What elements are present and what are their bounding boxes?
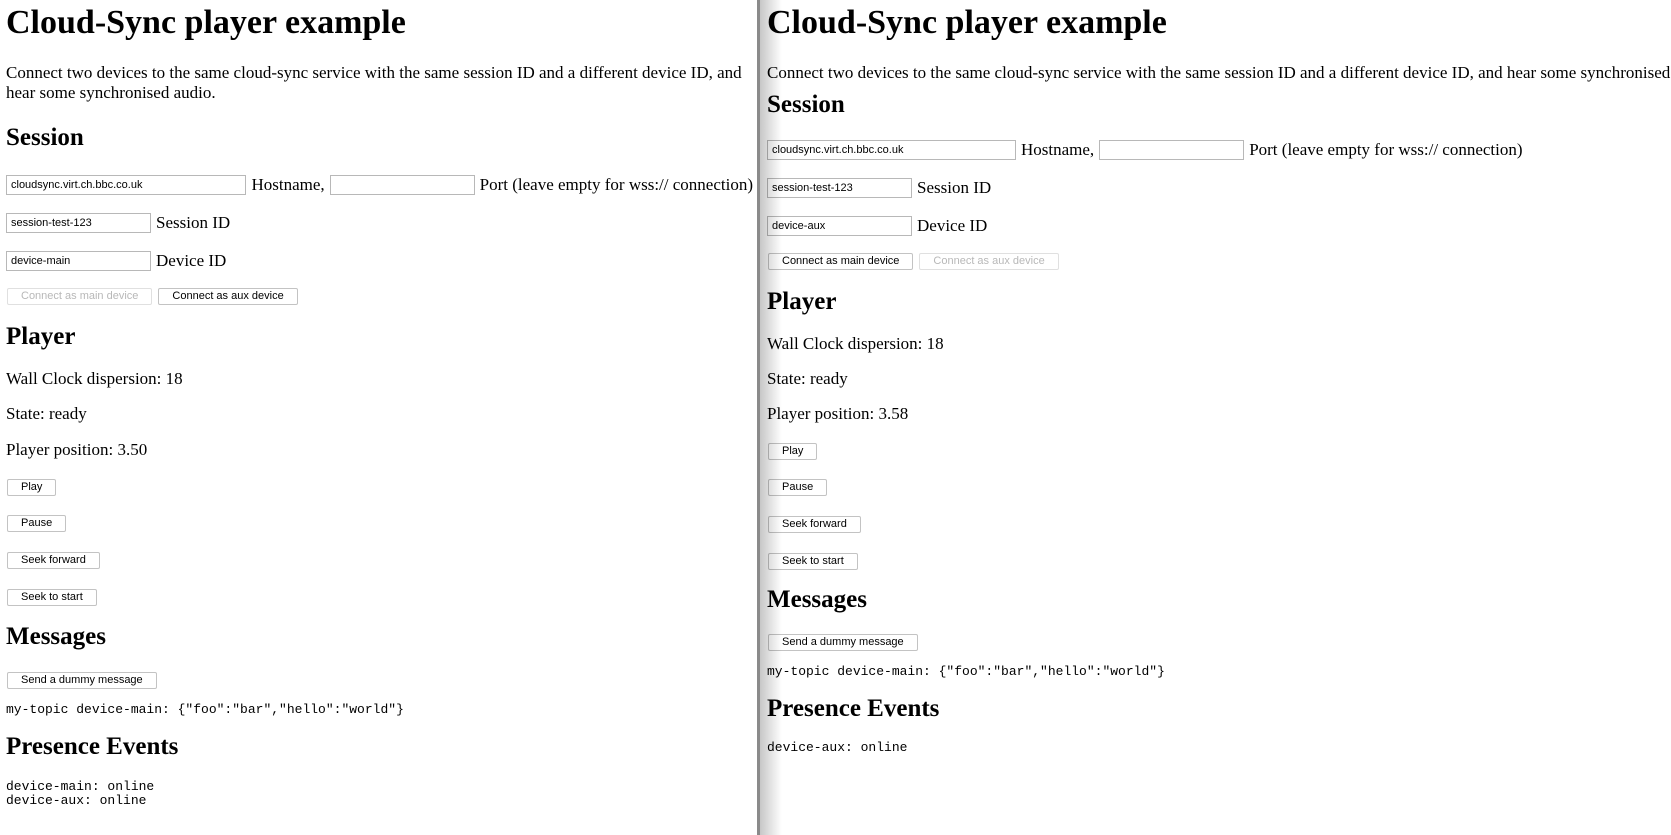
connect-main-button[interactable]: Connect as main device [768,253,914,270]
player-position: Player position: 3.58 [767,404,909,423]
player-heading: Player [767,288,837,315]
messages-heading: Messages [767,586,867,613]
left-browser-pane: Cloud-Sync player example Connect two de… [0,0,759,835]
send-dummy-message-button[interactable]: Send a dummy message [7,672,157,689]
session-id-row: Session ID [767,177,1664,199]
session-id-input[interactable] [767,178,912,198]
device-id-label: Device ID [156,251,227,270]
session-heading: Session [6,124,84,151]
connect-buttons-row: Connect as main device Connect as aux de… [767,253,1664,270]
session-id-input[interactable] [6,213,151,233]
connect-main-button: Connect as main device [7,288,153,305]
hostname-label: Hostname, [251,175,325,194]
right-browser-pane: Cloud-Sync player example Connect two de… [760,0,1671,835]
message-log-line: my-topic device-main: {"foo":"bar","hell… [767,664,1165,679]
presence-events-heading: Presence Events [767,695,940,722]
player-heading: Player [6,323,76,350]
intro-text: Connect two devices to the same cloud-sy… [767,63,1671,82]
connect-buttons-row: Connect as main device Connect as aux de… [6,288,753,305]
player-state: State: ready [767,369,848,388]
presence-event-line: device-main: online [6,779,155,794]
wallclock-dispersion: Wall Clock dispersion: 18 [6,369,183,388]
seek-to-start-button[interactable]: Seek to start [768,553,858,570]
play-button[interactable]: Play [768,443,818,460]
presence-event-line: device-aux: online [6,793,147,808]
session-id-label: Session ID [156,213,231,232]
seek-forward-button[interactable]: Seek forward [7,552,100,569]
port-input[interactable] [329,175,475,195]
seek-forward-button[interactable]: Seek forward [768,516,861,533]
presence-events-heading: Presence Events [6,733,179,760]
send-dummy-message-button[interactable]: Send a dummy message [768,634,918,651]
port-label: Port (leave empty for wss:// connection) [1249,140,1523,159]
pause-button[interactable]: Pause [768,479,828,496]
pause-button[interactable]: Pause [7,515,67,532]
seek-to-start-button[interactable]: Seek to start [7,589,97,606]
device-id-input[interactable] [6,251,151,271]
player-state: State: ready [6,404,87,423]
wallclock-dispersion: Wall Clock dispersion: 18 [767,334,944,353]
session-heading: Session [767,91,845,118]
page-title: Cloud-Sync player example [767,4,1167,41]
hostname-row: Hostname, Port (leave empty for wss:// c… [767,139,1664,161]
page-title: Cloud-Sync player example [6,4,406,41]
connect-aux-button: Connect as aux device [919,253,1059,270]
message-log-line: my-topic device-main: {"foo":"bar","hell… [6,702,404,717]
device-id-label: Device ID [917,216,988,235]
session-id-row: Session ID [6,212,753,234]
hostname-label: Hostname, [1021,140,1095,159]
port-input[interactable] [1099,140,1245,160]
hostname-input[interactable] [6,175,247,195]
port-label: Port (leave empty for wss:// connection) [479,175,753,194]
connect-aux-button[interactable]: Connect as aux device [158,288,298,305]
player-position: Player position: 3.50 [6,440,148,459]
presence-event-line: device-aux: online [767,740,908,755]
intro-text: Connect two devices to the same cloud-sy… [6,63,742,102]
device-id-input[interactable] [767,216,912,236]
device-id-row: Device ID [767,215,1664,237]
device-id-row: Device ID [6,250,753,272]
play-button[interactable]: Play [7,479,57,496]
session-id-label: Session ID [917,178,992,197]
messages-heading: Messages [6,623,106,650]
hostname-input[interactable] [767,140,1016,160]
hostname-row: Hostname, Port (leave empty for wss:// c… [6,174,753,196]
